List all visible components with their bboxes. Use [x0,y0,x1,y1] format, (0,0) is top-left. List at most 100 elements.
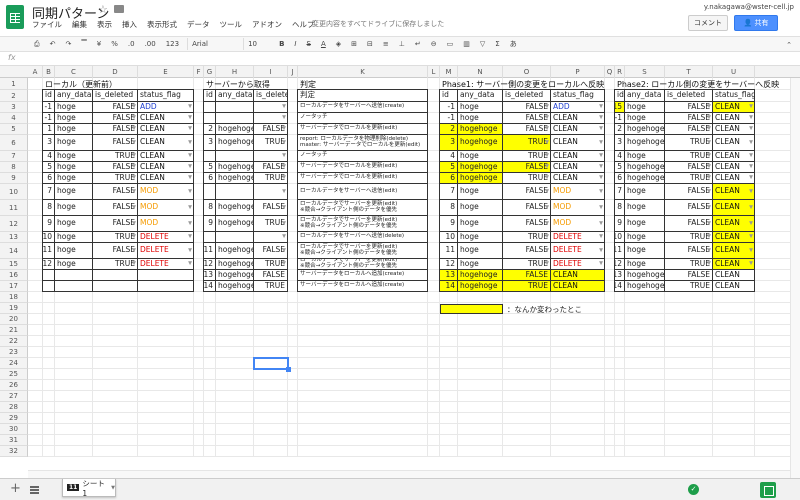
phase1-cell[interactable]: hoge [457,199,503,216]
row-header-2[interactable]: 2 [0,90,28,102]
dropdown-arrow-icon[interactable]: ▼ [599,175,603,181]
judge-cell[interactable]: report: ローカルデータを物理削除(delete) master: サーバ… [297,134,428,151]
dropdown-arrow-icon[interactable]: ▼ [188,175,192,181]
column-header-Q[interactable]: Q [605,66,615,78]
italic-button[interactable]: I [292,38,298,50]
local-cell[interactable]: FALSE ▼ [92,134,138,151]
judge-cell[interactable]: ローカルデータをサーバーへ送信(edit) [297,183,428,200]
column-header-O[interactable]: O [503,66,551,78]
dropdown-arrow-icon[interactable]: ▼ [132,261,136,267]
row-header-3[interactable]: 3 [0,102,28,113]
dropdown-arrow-icon[interactable]: ▼ [188,153,192,159]
sheets-logo-icon[interactable] [6,5,24,29]
local-cell[interactable]: FALSE ▼ [92,242,138,259]
dropdown-arrow-icon[interactable]: ▼ [132,115,136,121]
dropdown-arrow-icon[interactable]: ▼ [282,188,286,195]
row-header-19[interactable]: 19 [0,303,28,314]
judge-cell[interactable]: ローカルデータでサーバーを更新(edit) ※競合→クライアント側のデータを優先 [297,199,428,216]
dropdown-arrow-icon[interactable]: ▼ [599,247,603,254]
dropdown-arrow-icon[interactable]: ▼ [132,139,136,146]
dropdown-arrow-icon[interactable]: ▼ [707,247,711,254]
local-cell[interactable]: hoge [54,183,93,200]
chevron-down-icon[interactable]: ▼ [111,485,115,491]
judge-cell[interactable]: ローカルデータでサーバーを更新(edit) ※競合→クライアント側のデータを優先 [297,242,428,259]
filter-icon[interactable]: ▽ [478,38,487,50]
row-header-28[interactable]: 28 [0,402,28,413]
dropdown-arrow-icon[interactable]: ▼ [599,261,603,267]
row-header-21[interactable]: 21 [0,325,28,336]
row-header-27[interactable]: 27 [0,391,28,402]
menu-item-5[interactable]: データ [187,19,210,30]
dropdown-arrow-icon[interactable]: ▼ [749,247,753,254]
server-cell[interactable]: hogehoge [215,215,254,232]
dropdown-arrow-icon[interactable]: ▼ [545,188,549,195]
print-icon[interactable]: ⎙ [32,38,42,50]
explore-button[interactable] [760,482,776,498]
local-cell[interactable]: FALSE ▼ [92,183,138,200]
phase1-cell[interactable]: CLEAN ▼ [550,134,605,151]
local-cell[interactable]: MOD ▼ [137,199,194,216]
align-left-icon[interactable]: ≡ [381,38,391,50]
column-header-R[interactable]: R [615,66,625,78]
dropdown-arrow-icon[interactable]: ▼ [599,234,603,240]
text-color-button[interactable]: A [319,38,328,50]
row-header-29[interactable]: 29 [0,413,28,424]
row-header-26[interactable]: 26 [0,380,28,391]
dropdown-arrow-icon[interactable]: ▼ [545,261,549,267]
row-header-11[interactable]: 11 [0,200,28,216]
dropdown-arrow-icon[interactable]: ▼ [599,204,603,211]
dropdown-arrow-icon[interactable]: ▼ [599,153,603,159]
dropdown-arrow-icon[interactable]: ▼ [707,234,711,240]
local-cell[interactable]: hoge [54,134,93,151]
phase1-cell[interactable]: 14 [439,280,458,292]
link-icon[interactable]: ⊖ [429,38,439,50]
phase2-cell[interactable]: CLEAN ▼ [712,215,755,232]
column-header-N[interactable]: N [458,66,503,78]
dropdown-arrow-icon[interactable]: ▼ [188,220,192,227]
dropdown-arrow-icon[interactable]: ▼ [599,139,603,146]
more-formats-button[interactable]: 123 [164,38,181,50]
dropdown-arrow-icon[interactable]: ▼ [749,204,753,211]
dropdown-arrow-icon[interactable]: ▼ [282,115,286,121]
comment-button[interactable]: コメント [688,15,728,31]
currency-button[interactable]: ¥ [95,38,103,50]
column-header-B[interactable]: B [43,66,55,78]
local-cell[interactable] [54,280,93,292]
dropdown-arrow-icon[interactable]: ▼ [707,126,711,132]
column-header-T[interactable]: T [665,66,713,78]
fill-color-icon[interactable]: ◈ [334,38,343,50]
phase1-cell[interactable]: CLEAN [550,280,605,292]
dropdown-arrow-icon[interactable]: ▼ [282,220,286,227]
dropdown-arrow-icon[interactable]: ▼ [188,188,192,195]
column-header-L[interactable]: L [428,66,440,78]
formula-bar[interactable]: fx [0,52,800,66]
folder-icon[interactable] [114,5,124,13]
dropdown-arrow-icon[interactable]: ▼ [599,115,603,121]
column-header-P[interactable]: P [551,66,605,78]
server-cell[interactable]: hogehoge [215,242,254,259]
dropdown-arrow-icon[interactable]: ▼ [545,126,549,132]
phase1-cell[interactable]: MOD ▼ [550,215,605,232]
dropdown-arrow-icon[interactable]: ▼ [749,261,753,267]
dropdown-arrow-icon[interactable]: ▼ [707,164,711,170]
judge-cell[interactable]: ローカルデータでサーバーを更新(edit) ※競合→クライアント側のデータを優先 [297,215,428,232]
row-header-14[interactable]: 14 [0,243,28,259]
row-header-4[interactable]: 4 [0,113,28,124]
dropdown-arrow-icon[interactable]: ▼ [599,188,603,195]
dropdown-arrow-icon[interactable]: ▼ [132,204,136,211]
dropdown-arrow-icon[interactable]: ▼ [749,126,753,132]
phase1-cell[interactable]: hogehoge [457,134,503,151]
dropdown-arrow-icon[interactable]: ▼ [132,188,136,195]
menu-item-0[interactable]: ファイル [32,19,62,30]
dropdown-arrow-icon[interactable]: ▼ [188,115,192,121]
phase1-cell[interactable]: MOD ▼ [550,199,605,216]
column-header-C[interactable]: C [55,66,93,78]
local-cell[interactable]: DELETE ▼ [137,242,194,259]
dropdown-arrow-icon[interactable]: ▼ [132,126,136,132]
phase1-cell[interactable]: hoge [457,242,503,259]
column-header-A[interactable]: A [28,66,43,78]
server-cell[interactable]: TRUE ▼ [253,134,288,151]
dropdown-arrow-icon[interactable]: ▼ [282,175,286,181]
phase2-cell[interactable]: FALSE ▼ [664,183,713,200]
dropdown-arrow-icon[interactable]: ▼ [132,164,136,170]
